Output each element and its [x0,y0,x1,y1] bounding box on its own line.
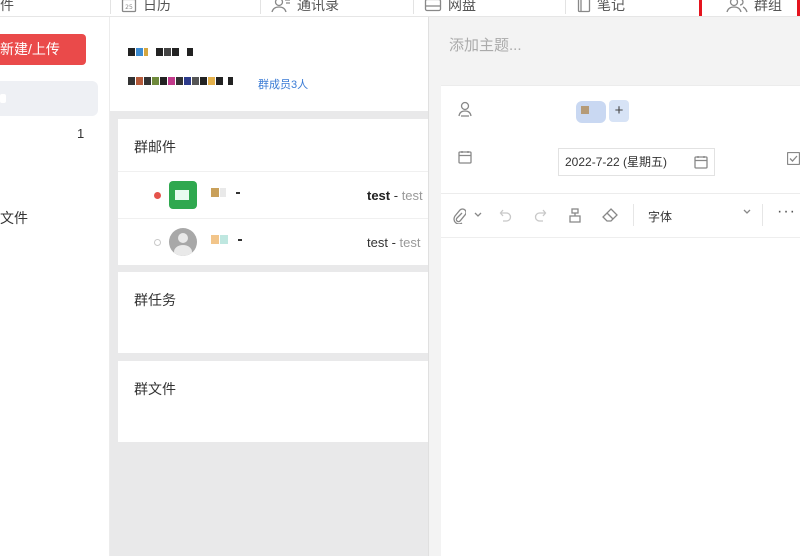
attachment-icon[interactable] [452,208,466,224]
notes-icon [577,0,591,13]
calendar-picker-icon[interactable] [694,155,708,169]
group-task-title: 群任务 [134,292,176,308]
mail-subject: test - test [367,235,421,250]
nav-divider [413,0,414,14]
format-painter-icon[interactable] [568,208,582,223]
sender-redacted [211,235,242,244]
date-icon [458,151,472,164]
tab-mail[interactable]: 邮件 [0,0,14,16]
mail-subject: test - test [367,188,423,203]
toolbar-divider [762,204,763,226]
mail-subject-title: test [367,235,388,250]
assignee-icon [458,101,472,117]
group-task-card: 群任务 [118,272,428,353]
group-email-redacted [128,77,233,85]
tab-calendar-label: 日历 [143,0,171,13]
mail-subject-title: test [367,188,391,203]
undo-icon[interactable] [499,208,512,222]
avatar [169,181,197,209]
group-file-title: 群文件 [134,381,176,397]
mail-preview: test [401,188,423,203]
group-tab-highlight [699,0,800,16]
tab-notes-label: 笔记 [597,0,625,13]
reminder-checkbox-icon[interactable] [787,152,800,165]
group-mail-title: 群邮件 [134,139,176,155]
group-detail-panel: 群成员3人 群邮件 test - test test - test 群任务 群文… [110,17,428,556]
nav-divider [565,0,566,14]
sidebar-item-selected[interactable] [0,81,98,116]
group-mail-card: 群邮件 test - test test - test [118,119,428,265]
left-sidebar: 新建/上传 1 文件 [0,17,110,556]
sender-redacted [211,188,240,197]
font-family-select[interactable]: 字体 [648,208,672,225]
mail-preview: test [399,235,421,250]
tab-disk[interactable]: 网盘 [424,0,476,16]
mail-list-item[interactable]: test - test [118,218,428,265]
rich-text-editor[interactable]: 字体 ··· [441,193,800,556]
selected-indicator [0,94,6,103]
compose-pane: 添加主题... + 2022-7-22 (星期五) 字体 ··· [428,17,800,556]
tab-notes[interactable]: 笔记 [577,0,625,16]
disk-icon [424,0,442,12]
assignee-chip[interactable] [576,101,606,123]
tab-disk-label: 网盘 [448,0,476,13]
read-dot [154,239,161,246]
add-assignee-button[interactable]: + [609,100,629,122]
editor-toolbar: 字体 ··· [441,194,800,238]
subject-input[interactable]: 添加主题... [449,34,522,55]
nav-divider [110,0,111,14]
due-date-value: 2022-7-22 (星期五) [565,155,668,169]
svg-text:25: 25 [125,4,133,11]
tab-mail-label: 邮件 [0,0,14,13]
group-header: 群成员3人 [110,17,428,111]
tab-contacts-label: 通讯录 [297,0,339,13]
task-meta-box: + 2022-7-22 (星期五) [441,85,800,196]
group-file-card: 群文件 [118,361,428,442]
eraser-icon[interactable] [602,208,618,222]
sidebar-item-files[interactable]: 文件 [0,208,28,228]
mail-list-item[interactable]: test - test [118,171,428,218]
top-nav: 邮件 25 日历 通讯录 网盘 笔记 群组 [0,0,800,17]
chevron-down-icon[interactable] [743,209,751,215]
avatar [169,228,197,256]
tab-contacts[interactable]: 通讯录 [271,0,339,16]
new-upload-button[interactable]: 新建/上传 [0,34,86,65]
chevron-down-icon[interactable] [474,212,482,218]
group-name-redacted [128,48,193,56]
toolbar-divider [633,204,634,226]
group-members-link[interactable]: 群成员3人 [258,76,308,92]
contacts-icon [271,0,290,13]
nav-divider [260,0,261,14]
unread-dot [154,192,161,199]
redo-icon[interactable] [534,208,547,222]
due-date-field[interactable]: 2022-7-22 (星期五) [558,148,715,176]
tab-calendar[interactable]: 25 日历 [121,0,171,16]
calendar-icon: 25 [121,0,137,13]
unread-count: 1 [77,126,85,141]
more-options-button[interactable]: ··· [777,203,796,221]
